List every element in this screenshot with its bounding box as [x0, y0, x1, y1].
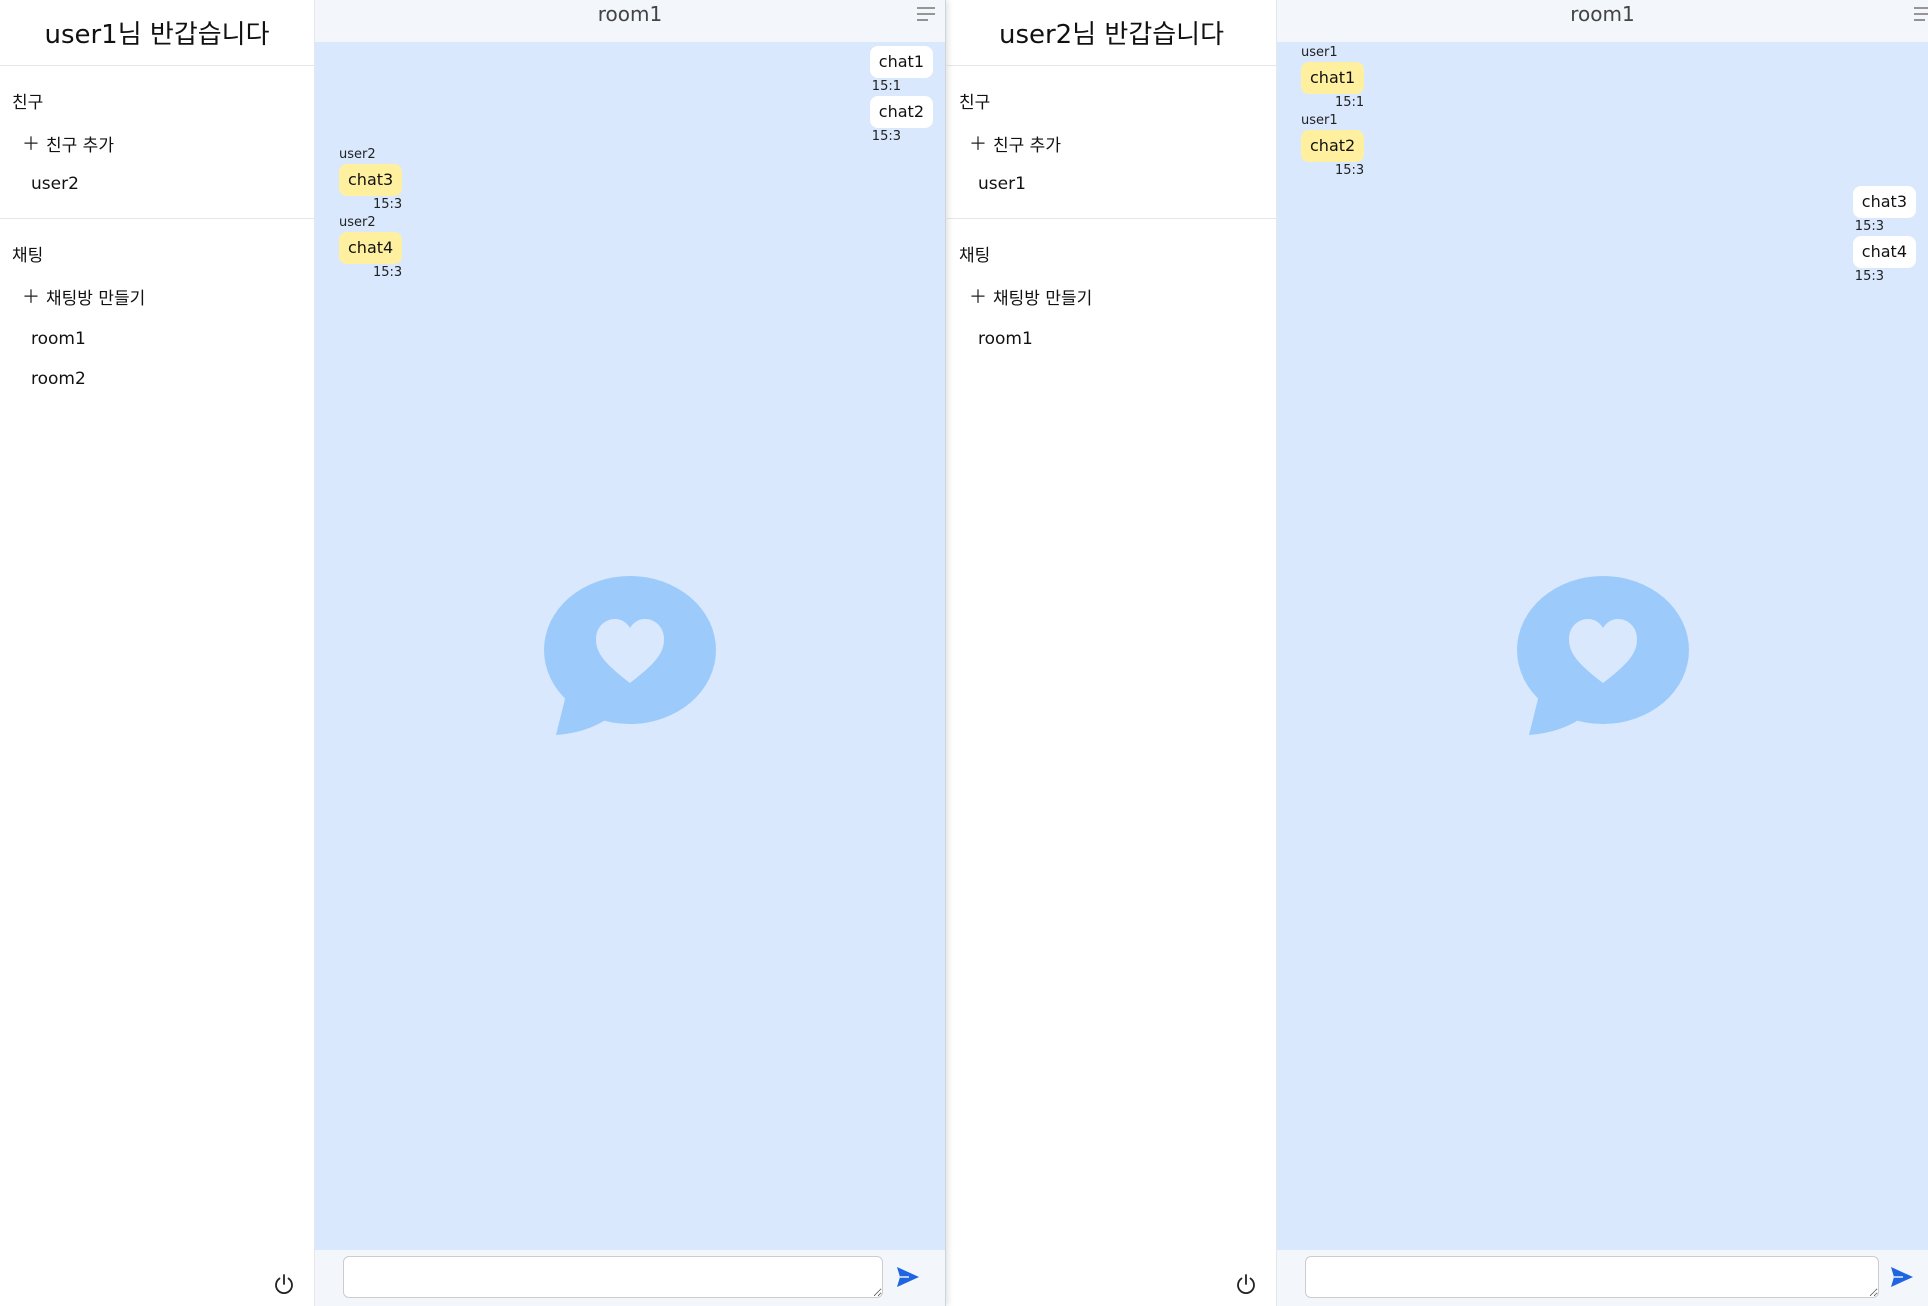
chat-header: room1 [1277, 0, 1928, 42]
add-friend-button[interactable]: ＋ 친구 추가 [0, 128, 314, 158]
room-list: room1 [947, 311, 1276, 359]
message-list: chat1 15:1 chat2 15:3 user2 chat3 15:3 u… [315, 42, 945, 282]
chat-header: room1 [315, 0, 945, 42]
message-outgoing: chat2 15:3 [327, 96, 933, 146]
message-input[interactable] [343, 1256, 883, 1298]
send-icon[interactable] [895, 1264, 921, 1290]
message-outgoing: chat3 15:3 [1289, 186, 1916, 236]
add-friend-label: 친구 추가 [46, 135, 114, 156]
room-item[interactable]: room1 [0, 319, 314, 359]
message-incoming: user2 chat3 15:3 [327, 146, 933, 214]
add-friend-button[interactable]: ＋ 친구 추가 [947, 128, 1276, 158]
plus-icon: ＋ [969, 287, 987, 308]
message-sender: user2 [339, 147, 376, 162]
message-time: 15:3 [871, 129, 901, 144]
room-item[interactable]: room2 [0, 359, 314, 399]
greeting-title: user2님 반갑습니다 [947, 0, 1276, 66]
chats-section-title: 채팅 [959, 246, 991, 266]
plus-icon: ＋ [969, 134, 987, 155]
message-bubble: chat3 [1852, 186, 1916, 218]
send-icon[interactable] [1889, 1264, 1915, 1290]
message-incoming: user1 chat2 15:3 [1289, 112, 1916, 180]
add-friend-label: 친구 추가 [993, 135, 1061, 156]
plus-icon: ＋ [22, 134, 40, 155]
room-title: room1 [1570, 2, 1635, 26]
power-icon[interactable] [1230, 1268, 1262, 1300]
message-sender: user1 [1301, 45, 1338, 60]
message-bubble: chat1 [1301, 62, 1365, 94]
chats-section: 채팅 ＋ 채팅방 만들기 room1 [947, 218, 1276, 359]
message-bubble: chat4 [1852, 236, 1916, 268]
plus-icon: ＋ [22, 287, 40, 308]
message-outgoing: chat1 15:1 [327, 46, 933, 96]
message-bubble: chat1 [869, 46, 933, 78]
client-window-user1: user1님 반갑습니다 친구 ＋ 친구 추가 user2 채팅 ＋ 채팅방 만… [0, 0, 946, 1306]
chat-panel: room1 user1 chat1 15:1 user1 chat2 15:3 … [1277, 0, 1928, 1306]
message-time: 15:3 [1854, 269, 1884, 284]
chat-panel: room1 chat1 15:1 chat2 15:3 user2 chat3 … [315, 0, 945, 1306]
power-icon[interactable] [268, 1268, 300, 1300]
greeting-title: user1님 반갑습니다 [0, 0, 314, 66]
chats-section: 채팅 ＋ 채팅방 만들기 room1 room2 [0, 218, 314, 399]
room-list: room1 room2 [0, 311, 314, 399]
message-incoming: user1 chat1 15:1 [1289, 44, 1916, 112]
chat-heart-icon [544, 576, 716, 735]
create-room-button[interactable]: ＋ 채팅방 만들기 [0, 281, 314, 311]
message-incoming: user2 chat4 15:3 [327, 214, 933, 282]
friends-section-title: 친구 [959, 93, 991, 113]
message-time: 15:1 [871, 79, 901, 94]
create-room-label: 채팅방 만들기 [46, 288, 146, 309]
friend-item[interactable]: user2 [0, 164, 314, 204]
message-time: 15:3 [1854, 219, 1884, 234]
menu-icon[interactable] [1912, 4, 1928, 24]
create-room-button[interactable]: ＋ 채팅방 만들기 [947, 281, 1276, 311]
message-sender: user1 [1301, 113, 1338, 128]
menu-icon[interactable] [915, 4, 937, 24]
message-sender: user2 [339, 215, 376, 230]
client-window-user2: user2님 반갑습니다 친구 ＋ 친구 추가 user1 채팅 ＋ 채팅방 만… [947, 0, 1928, 1306]
friends-section-title: 친구 [12, 93, 44, 113]
room-item[interactable]: room1 [947, 319, 1276, 359]
sidebar: user1님 반갑습니다 친구 ＋ 친구 추가 user2 채팅 ＋ 채팅방 만… [0, 0, 315, 1306]
message-time: 15:3 [373, 265, 403, 280]
message-input[interactable] [1305, 1256, 1879, 1298]
create-room-label: 채팅방 만들기 [993, 288, 1093, 309]
message-input-bar [1277, 1250, 1928, 1306]
friends-section: 친구 ＋ 친구 추가 user2 [0, 66, 314, 218]
friend-list: user2 [0, 158, 314, 218]
room-title: room1 [597, 2, 663, 26]
chat-heart-icon [1516, 576, 1689, 735]
message-outgoing: chat4 15:3 [1289, 236, 1916, 286]
message-bubble: chat4 [339, 232, 403, 264]
chats-section-title: 채팅 [12, 246, 44, 266]
friend-list: user1 [947, 158, 1276, 218]
message-time: 15:1 [1335, 95, 1365, 110]
message-list: user1 chat1 15:1 user1 chat2 15:3 chat3 … [1277, 42, 1928, 286]
message-bubble: chat3 [339, 164, 403, 196]
sidebar: user2님 반갑습니다 친구 ＋ 친구 추가 user1 채팅 ＋ 채팅방 만… [947, 0, 1277, 1306]
message-time: 15:3 [1335, 163, 1365, 178]
friend-item[interactable]: user1 [947, 164, 1276, 204]
friends-section: 친구 ＋ 친구 추가 user1 [947, 66, 1276, 218]
message-bubble: chat2 [869, 96, 933, 128]
message-time: 15:3 [373, 197, 403, 212]
message-input-bar [315, 1250, 945, 1306]
message-bubble: chat2 [1301, 130, 1365, 162]
